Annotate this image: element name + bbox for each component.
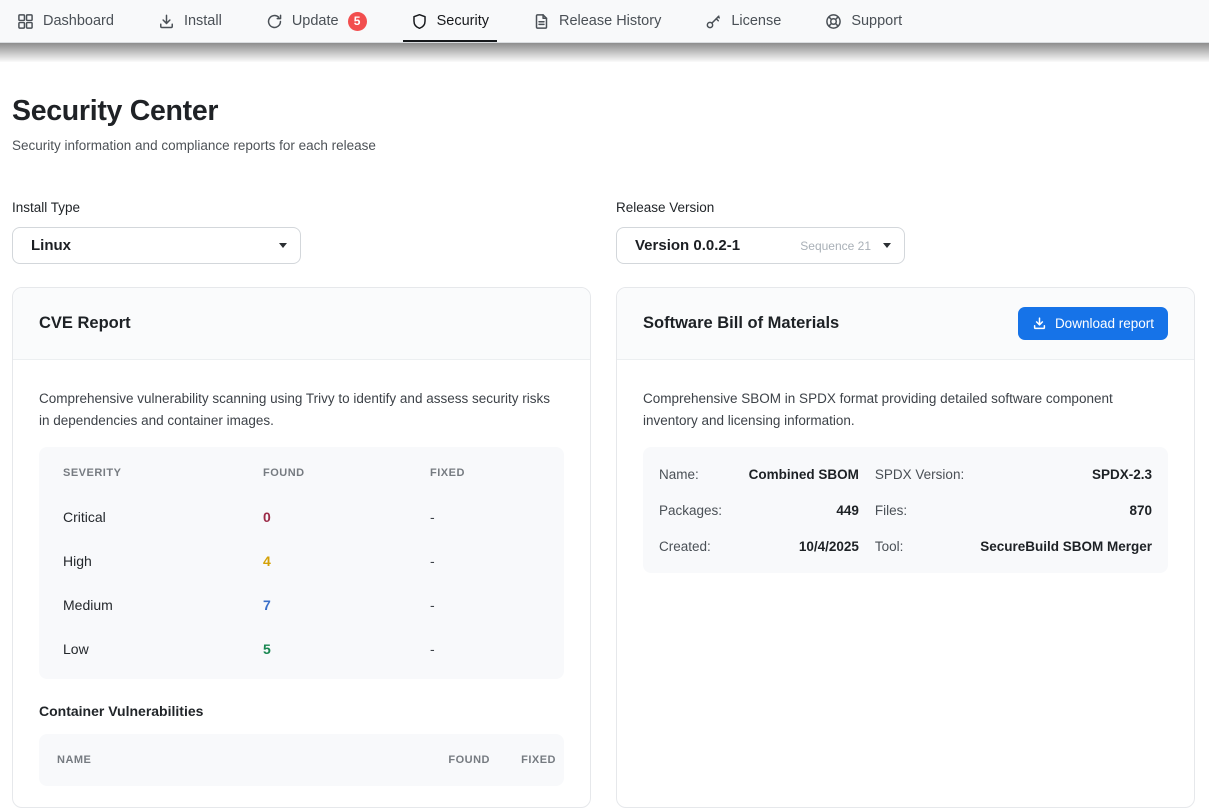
sbom-info-label: SPDX Version: [875,456,964,492]
sbom-info-label: Name: [659,456,722,492]
fixed-count: - [430,597,540,613]
nav-tab-update[interactable]: Update 5 [258,0,375,42]
cve-report-description: Comprehensive vulnerability scanning usi… [39,388,564,431]
refresh-icon [266,13,283,30]
update-count-badge: 5 [348,12,367,31]
dashboard-icon [17,13,34,30]
cve-report-card: CVE Report Comprehensive vulnerability s… [12,287,591,808]
release-sequence-text: Sequence 21 [800,239,871,253]
sbom-info-value: 449 [738,492,859,528]
nav-label: Dashboard [43,13,114,29]
download-icon [1032,316,1047,331]
severity-row-critical: Critical 0 - [63,495,540,539]
download-icon [158,13,175,30]
cve-report-card-header: CVE Report [13,288,590,360]
fixed-count: - [430,509,540,525]
cve-report-title: CVE Report [39,314,131,333]
sbom-info-label: Packages: [659,492,722,528]
severity-table-header: SEVERITY FOUND FIXED [63,465,540,481]
found-count: 0 [263,509,430,525]
shield-icon [411,13,428,30]
nav-label: Update [292,13,339,29]
filters-row: Install Type Linux Release Version Versi… [12,200,1195,264]
found-count: 5 [263,641,430,657]
scroll-shadow-band [0,43,1209,62]
lifebuoy-icon [825,13,842,30]
severity-name: Critical [63,509,263,525]
page-subtitle: Security information and compliance repo… [12,138,1195,153]
severity-row-medium: Medium 7 - [63,583,540,627]
container-vulnerabilities-table-header: NAME FOUND FIXED [39,734,564,786]
found-count: 7 [263,597,430,613]
nav-label: Security [437,13,489,29]
sbom-info-grid: Name: Combined SBOM SPDX Version: SPDX-2… [643,447,1168,573]
download-report-button[interactable]: Download report [1018,307,1168,340]
report-cards-row: CVE Report Comprehensive vulnerability s… [12,287,1195,808]
fixed-column-header: FIXED [430,467,540,479]
nav-label: Support [851,13,902,29]
main-content: Security Center Security information and… [0,95,1209,808]
chevron-down-icon [883,243,891,248]
nav-tab-security[interactable]: Security [403,0,497,42]
sbom-description: Comprehensive SBOM in SPDX format provid… [643,388,1168,431]
name-column-header: NAME [57,754,428,766]
severity-name: High [63,553,263,569]
key-icon [705,13,722,30]
found-column-header: FOUND [263,467,430,479]
nav-label: License [731,13,781,29]
nav-label: Release History [559,13,661,29]
fixed-count: - [430,641,540,657]
sbom-info-label: Created: [659,528,722,564]
page-title: Security Center [12,95,1195,128]
install-type-value: Linux [31,237,271,254]
severity-row-low: Low 5 - [63,627,540,671]
sbom-title: Software Bill of Materials [643,314,839,333]
sbom-info-value: 870 [980,492,1152,528]
sbom-info-label: Tool: [875,528,964,564]
download-report-label: Download report [1055,316,1154,331]
severity-name: Low [63,641,263,657]
install-type-filter: Install Type Linux [12,200,591,264]
sbom-info-value: SecureBuild SBOM Merger [980,528,1152,564]
top-nav: Dashboard Install Update 5 Security [0,0,1209,43]
found-count: 4 [263,553,430,569]
nav-label: Install [184,13,222,29]
fixed-column-header: FIXED [506,754,556,766]
chevron-down-icon [279,243,287,248]
sbom-card-header: Software Bill of Materials Download repo… [617,288,1194,360]
sbom-info-value: Combined SBOM [738,456,859,492]
release-version-select[interactable]: Version 0.0.2-1 Sequence 21 [616,227,905,264]
sbom-info-value: 10/4/2025 [738,528,859,564]
fixed-count: - [430,553,540,569]
container-vulnerabilities-title: Container Vulnerabilities [39,703,564,719]
sbom-info-value: SPDX-2.3 [980,456,1152,492]
severity-table: SEVERITY FOUND FIXED Critical 0 - High 4… [39,447,564,679]
install-type-select[interactable]: Linux [12,227,301,264]
sbom-card: Software Bill of Materials Download repo… [616,287,1195,808]
file-text-icon [533,13,550,30]
severity-name: Medium [63,597,263,613]
nav-tab-release-history[interactable]: Release History [525,0,669,42]
release-version-filter: Release Version Version 0.0.2-1 Sequence… [616,200,1195,264]
nav-tab-install[interactable]: Install [150,0,230,42]
nav-tab-dashboard[interactable]: Dashboard [9,0,122,42]
release-version-value: Version 0.0.2-1 [635,237,792,254]
found-column-header: FOUND [444,754,490,766]
nav-tab-license[interactable]: License [697,0,789,42]
sbom-info-label: Files: [875,492,964,528]
install-type-label: Install Type [12,200,591,215]
severity-column-header: SEVERITY [63,467,263,479]
nav-tab-support[interactable]: Support [817,0,910,42]
severity-row-high: High 4 - [63,539,540,583]
release-version-label: Release Version [616,200,1195,215]
